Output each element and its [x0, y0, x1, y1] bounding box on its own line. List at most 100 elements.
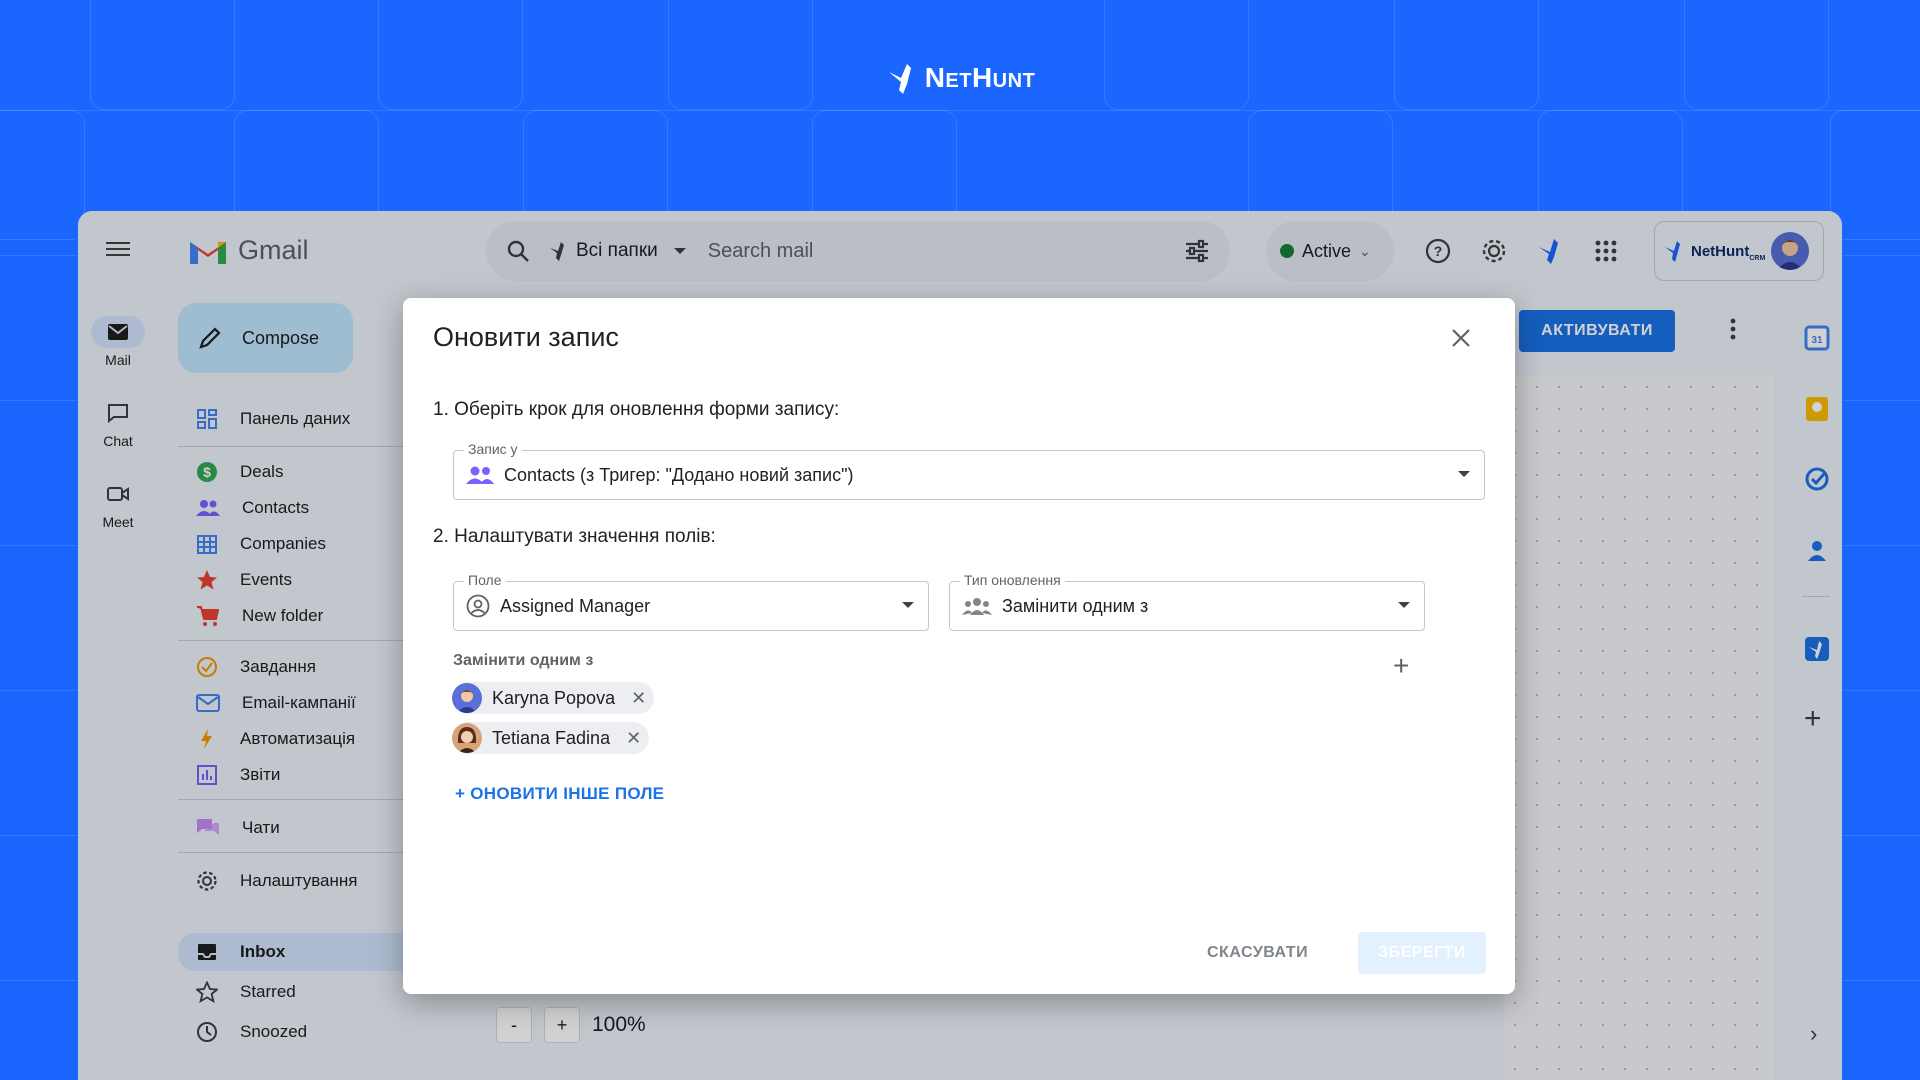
- dashboard-icon: [197, 409, 217, 429]
- keep-icon[interactable]: [1804, 396, 1830, 422]
- gmail-m-icon: [190, 241, 226, 264]
- nethunt-brand: NetHunt: [0, 60, 1920, 96]
- update-type-select[interactable]: Тип оновлення Замінити одним з: [949, 572, 1425, 631]
- folder-selector[interactable]: Всі папки: [548, 240, 686, 262]
- gmail-logo[interactable]: Gmail: [188, 235, 309, 266]
- report-icon: [197, 765, 217, 785]
- nav-inbox[interactable]: Inbox: [178, 933, 418, 971]
- zoom-level: 100%: [592, 1013, 646, 1036]
- workflow-canvas[interactable]: [1504, 376, 1774, 1080]
- rail-meet[interactable]: Meet: [78, 478, 158, 530]
- apps-grid-icon[interactable]: [1592, 237, 1620, 265]
- user-chip-name: Tetiana Fadina: [492, 727, 611, 748]
- nethunt-side-icon[interactable]: [1804, 636, 1830, 662]
- nav-folder-label: Contacts: [242, 498, 310, 517]
- nav-tool-label: Email-кампанії: [242, 693, 356, 712]
- nav-divider: [178, 799, 418, 800]
- chat-icon: [91, 397, 145, 429]
- remove-chip-icon[interactable]: ✕: [631, 688, 646, 709]
- nav-tasks[interactable]: Завдання: [178, 650, 418, 684]
- nav-folder-new-folder[interactable]: New folder: [178, 599, 418, 633]
- zoom-controls: - + 100%: [496, 1007, 646, 1043]
- gmail-app-name: Gmail: [238, 235, 309, 265]
- add-addon-icon[interactable]: +: [1804, 704, 1822, 734]
- rail-mail-label: Mail: [105, 352, 131, 368]
- activate-button[interactable]: АКТИВУВАТИ: [1519, 310, 1675, 352]
- building-icon: [197, 535, 217, 554]
- nav-email-campaigns[interactable]: Email-кампанії: [178, 686, 418, 720]
- nav-folder-deals[interactable]: $ Deals: [178, 455, 418, 489]
- zoom-out-button[interactable]: -: [496, 1007, 532, 1043]
- task-check-icon: [197, 657, 217, 677]
- account-crm-name: NetHunt: [1691, 242, 1750, 260]
- nethunt-extension-icon[interactable]: [1536, 237, 1564, 265]
- replace-with-label: Замінити одним з: [453, 652, 594, 669]
- account-switcher[interactable]: NetHunt CRM: [1654, 221, 1824, 281]
- record-in-select[interactable]: Запис у Contacts (з Тригер: "Додано нови…: [453, 441, 1485, 500]
- nav-divider: [178, 640, 418, 641]
- nav-mailbox-label: Inbox: [240, 942, 286, 961]
- status-selector[interactable]: Active ⌄: [1266, 221, 1394, 281]
- rail-mail[interactable]: Mail: [78, 316, 158, 368]
- help-icon[interactable]: ?: [1424, 237, 1452, 265]
- update-another-field-button[interactable]: + ОНОВИТИ ІНШЕ ПОЛЕ: [455, 784, 664, 804]
- status-dot-icon: [1280, 244, 1294, 258]
- calendar-icon[interactable]: 31: [1804, 325, 1830, 351]
- svg-text:$: $: [203, 464, 211, 480]
- nav-tool-label: Автоматизація: [240, 729, 356, 748]
- user-chip-name: Karyna Popova: [492, 687, 616, 708]
- search-input[interactable]: Search mail: [708, 240, 814, 263]
- add-user-icon[interactable]: +: [1393, 650, 1409, 682]
- remove-chip-icon[interactable]: ✕: [626, 728, 641, 749]
- step-2-heading: 2. Налаштувати значення полів:: [433, 526, 716, 547]
- chevron-right-icon[interactable]: ›: [1810, 1021, 1817, 1047]
- avatar: [452, 723, 482, 753]
- people-icon: [196, 500, 220, 516]
- nav-dashboard[interactable]: Панель даних: [178, 402, 418, 436]
- search-bar[interactable]: Всі папки Search mail: [486, 221, 1230, 281]
- chevron-down-icon: ⌄: [1359, 242, 1371, 259]
- nav-folder-events[interactable]: Events: [178, 563, 418, 597]
- hamburger-menu-icon[interactable]: [106, 238, 130, 262]
- nav-folder-companies[interactable]: Companies: [178, 527, 418, 561]
- contacts-icon[interactable]: [1804, 537, 1830, 563]
- clock-icon: [197, 1022, 217, 1042]
- more-vert-icon[interactable]: [1729, 317, 1737, 341]
- nav-starred[interactable]: Starred: [178, 975, 418, 1009]
- field-select[interactable]: Поле Assigned Manager: [453, 572, 929, 631]
- nav-settings[interactable]: Налаштування: [178, 864, 418, 898]
- nav-chats-label: Чати: [242, 818, 280, 837]
- compose-button[interactable]: Compose: [178, 303, 353, 373]
- rail-chat[interactable]: Chat: [78, 397, 158, 449]
- zoom-in-button[interactable]: +: [544, 1007, 580, 1043]
- nav-reports[interactable]: Звіти: [178, 758, 418, 792]
- nav-automation[interactable]: Автоматизація: [178, 722, 418, 756]
- dialog-title: Оновити запис: [433, 322, 619, 352]
- user-chip: Karyna Popova ✕: [452, 682, 655, 714]
- tasks-icon[interactable]: [1804, 466, 1830, 492]
- people-icon: [466, 466, 494, 484]
- rail-chat-label: Chat: [103, 433, 133, 449]
- nav-mailbox-label: Snoozed: [240, 1022, 308, 1041]
- search-icon[interactable]: [506, 239, 530, 263]
- nav-divider: [178, 446, 418, 447]
- caret-down-icon: [1398, 602, 1410, 608]
- nav-folder-contacts[interactable]: Contacts: [178, 491, 418, 525]
- nav-snoozed[interactable]: Snoozed: [178, 1015, 418, 1049]
- caret-down-icon: [902, 602, 914, 608]
- folder-selector-label: Всі папки: [576, 240, 658, 261]
- search-options-icon[interactable]: [1184, 238, 1210, 264]
- nav-mailbox-label: Starred: [240, 982, 296, 1001]
- cancel-button[interactable]: СКАСУВАТИ: [1207, 944, 1308, 962]
- cart-icon: [197, 606, 220, 626]
- gear-icon[interactable]: [1480, 237, 1508, 265]
- close-icon[interactable]: [1449, 326, 1473, 350]
- nav-settings-label: Налаштування: [240, 871, 358, 890]
- nav-folder-label: Companies: [240, 534, 326, 553]
- avatar[interactable]: [1771, 232, 1810, 270]
- save-button[interactable]: ЗБЕРЕГТИ: [1358, 932, 1486, 974]
- gmail-topbar: Gmail Всі папки Search mail Active ⌄ ? N…: [78, 211, 1842, 291]
- update-type-value: Замінити одним з: [1002, 595, 1149, 616]
- status-label: Active: [1302, 240, 1352, 261]
- nav-chats[interactable]: Чати: [178, 811, 418, 845]
